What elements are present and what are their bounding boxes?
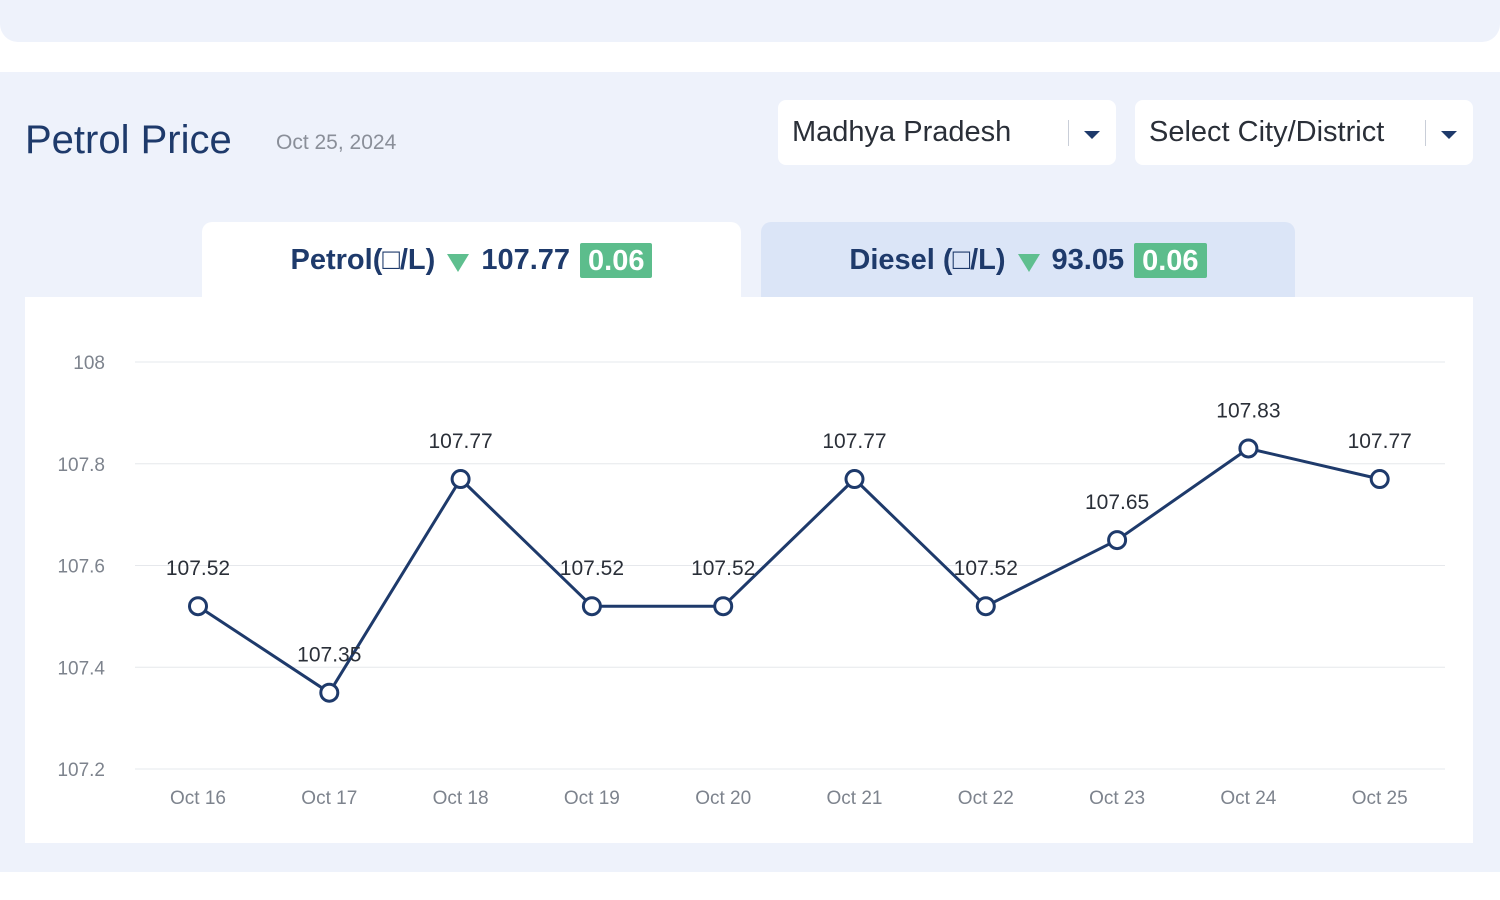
down-triangle-icon (447, 254, 470, 272)
tab-diesel-change-badge: 0.06 (1134, 242, 1207, 278)
data-label: 107.52 (166, 557, 230, 580)
state-select-value: Madhya Pradesh (792, 116, 1012, 148)
x-tick-label: Oct 21 (827, 788, 883, 809)
data-point (1238, 438, 1259, 459)
city-select-value: Select City/District (1149, 116, 1385, 148)
y-tick-label: 107.6 (57, 557, 105, 578)
data-point (188, 596, 208, 617)
data-point (1369, 469, 1390, 490)
series-line (197, 446, 1381, 695)
page-date: Oct 25, 2024 (276, 131, 397, 154)
x-tick-label: Oct 22 (958, 788, 1014, 809)
data-point (844, 469, 865, 490)
data-point (1107, 530, 1128, 551)
data-label: 107.83 (1216, 399, 1280, 422)
data-label: 107.77 (822, 430, 886, 453)
data-point (713, 596, 734, 617)
tab-diesel-price: 93.05 (1051, 243, 1125, 276)
data-point (450, 469, 471, 490)
state-select[interactable]: Madhya Pradesh (778, 100, 1116, 165)
x-tick-label: Oct 25 (1352, 788, 1408, 809)
data-point (319, 682, 340, 703)
x-tick-label: Oct 17 (301, 788, 357, 809)
chart-card: 107.2 107.4 107.6 107.8 108 Oct 16 Oct 17 Oct 1… (25, 297, 1473, 843)
x-tick-label: Oct 16 (170, 788, 226, 809)
top-card (0, 0, 1500, 42)
tab-petrol-change-badge: 0.06 (580, 242, 653, 278)
data-label: 107.52 (691, 557, 755, 580)
down-triangle-icon (1017, 254, 1040, 272)
x-tick-label: Oct 24 (1220, 788, 1276, 809)
data-label: 107.35 (297, 644, 361, 667)
tab-petrol-label: Petrol(□/L) (290, 243, 436, 276)
tab-petrol-price: 107.77 (481, 243, 571, 276)
data-label: 107.65 (1085, 491, 1149, 514)
y-tick-label: 107.4 (57, 658, 105, 679)
select-divider (1068, 120, 1069, 146)
data-label: 107.77 (1348, 430, 1412, 453)
page-title: Petrol Price (25, 118, 232, 162)
y-tick-label: 107.2 (57, 760, 105, 781)
chevron-down-icon (1441, 131, 1457, 139)
tab-diesel-label: Diesel (□/L) (849, 243, 1006, 276)
x-tick-label: Oct 20 (695, 788, 751, 809)
data-point (975, 596, 996, 617)
tab-petrol[interactable]: Petrol(□/L) 107.77 0.06 (202, 222, 741, 298)
y-tick-label: 107.8 (57, 455, 105, 476)
price-line-chart: 107.2 107.4 107.6 107.8 108 Oct 16 Oct 17 Oct 1… (57, 353, 1445, 809)
chevron-down-icon (1084, 131, 1100, 139)
tab-diesel[interactable]: Diesel (□/L) 93.05 0.06 (761, 222, 1295, 298)
data-label: 107.52 (954, 557, 1018, 580)
x-tick-label: Oct 19 (564, 788, 620, 809)
data-label: 107.52 (560, 557, 624, 580)
x-tick-label: Oct 23 (1089, 788, 1145, 809)
select-divider (1425, 120, 1426, 146)
x-tick-label: Oct 18 (433, 788, 489, 809)
y-tick-label: 108 (73, 353, 105, 374)
city-select[interactable]: Select City/District (1135, 100, 1473, 165)
data-label: 107.77 (428, 430, 492, 453)
data-point (581, 596, 602, 617)
